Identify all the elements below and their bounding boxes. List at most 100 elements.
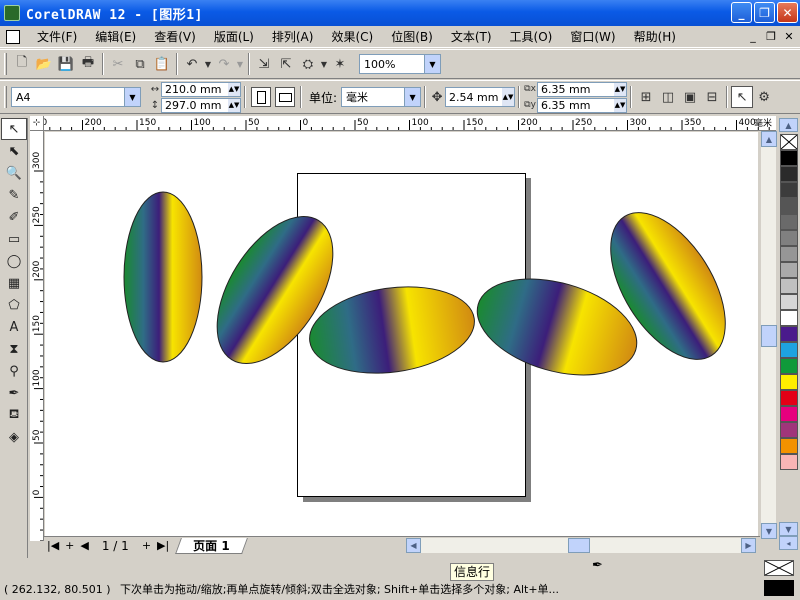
- color-swatch-20[interactable]: [780, 454, 798, 470]
- doc-close-icon[interactable]: ✕: [782, 29, 796, 43]
- import-icon[interactable]: ⇲: [253, 53, 275, 75]
- new-icon[interactable]: 🗋: [11, 53, 33, 75]
- graph-paper-tool-icon[interactable]: ▦: [1, 272, 27, 294]
- nudge-distance-field[interactable]: 2.54 mm ▲▼: [445, 87, 516, 107]
- first-page-icon[interactable]: |◀: [47, 539, 59, 552]
- undo-dropdown-icon[interactable]: ▼: [203, 53, 213, 75]
- menu-edit[interactable]: 编辑(E): [86, 26, 145, 47]
- menu-tools[interactable]: 工具(O): [501, 26, 562, 47]
- color-swatch-1[interactable]: [780, 150, 798, 166]
- redo-dropdown-icon[interactable]: ▼: [235, 53, 245, 75]
- palette-scroll-up-icon[interactable]: ▲: [779, 118, 798, 132]
- interactive-fill-tool-icon[interactable]: ◈: [1, 426, 27, 448]
- color-swatch-3[interactable]: [780, 182, 798, 198]
- palette-scroll-down-icon[interactable]: ▼: [779, 522, 798, 536]
- fill-indicator[interactable]: [764, 560, 794, 576]
- vertical-scrollbar[interactable]: ▲ ▼: [760, 131, 777, 539]
- outline-tool-icon[interactable]: ✒: [1, 382, 27, 404]
- eyedropper-tool-icon[interactable]: ⚲: [1, 360, 27, 382]
- color-swatch-13[interactable]: [780, 342, 798, 358]
- menu-help[interactable]: 帮助(H): [625, 26, 685, 47]
- drawing-canvas[interactable]: [45, 132, 758, 536]
- scroll-right-icon[interactable]: ▶: [741, 538, 756, 553]
- options-icon[interactable]: ⚙: [753, 86, 775, 108]
- menu-text[interactable]: 文本(T): [442, 26, 501, 47]
- no-color-swatch[interactable]: [780, 134, 798, 150]
- application-launcher-icon[interactable]: ⛭: [297, 53, 319, 75]
- menu-view[interactable]: 查看(V): [145, 26, 205, 47]
- menu-effects[interactable]: 效果(C): [322, 26, 382, 47]
- landscape-button[interactable]: [275, 87, 295, 107]
- menu-arrange[interactable]: 排列(A): [263, 26, 323, 47]
- save-icon[interactable]: 💾: [55, 53, 77, 75]
- ellipse-tool-icon[interactable]: ◯: [1, 250, 27, 272]
- color-swatch-14[interactable]: [780, 358, 798, 374]
- rectangle-tool-icon[interactable]: ▭: [1, 228, 27, 250]
- chevron-down-icon[interactable]: ▼: [424, 55, 440, 73]
- paper-type-combo[interactable]: A4 ▼: [11, 87, 141, 107]
- color-swatch-16[interactable]: [780, 390, 798, 406]
- spin-icon[interactable]: ▲▼: [614, 98, 627, 112]
- interactive-blend-tool-icon[interactable]: ⧗: [1, 338, 27, 360]
- toolbar-grip[interactable]: [4, 53, 7, 75]
- page-width-field[interactable]: 210.0 mm ▲▼: [161, 81, 241, 97]
- corel-online-icon[interactable]: ✶: [329, 53, 351, 75]
- spin-icon[interactable]: ▲▼: [614, 82, 627, 96]
- horizontal-ruler[interactable]: 25020015010050050100150200250300350400 毫…: [44, 116, 776, 131]
- redo-icon[interactable]: ↷: [213, 53, 235, 75]
- color-swatch-6[interactable]: [780, 230, 798, 246]
- color-swatch-17[interactable]: [780, 406, 798, 422]
- last-page-icon[interactable]: ▶|: [157, 539, 169, 552]
- spin-icon[interactable]: ▲▼: [228, 82, 240, 96]
- horizontal-scroll-thumb[interactable]: [568, 538, 590, 553]
- coreldraw-app-icon[interactable]: [4, 5, 20, 21]
- toolbar-grip[interactable]: [4, 86, 7, 108]
- duplicate-x-field[interactable]: 6.35 mm ▲▼: [537, 81, 628, 97]
- color-swatch-12[interactable]: [780, 326, 798, 342]
- color-swatch-2[interactable]: [780, 166, 798, 182]
- color-swatch-8[interactable]: [780, 262, 798, 278]
- text-tool-icon[interactable]: A: [1, 316, 27, 338]
- chevron-down-icon[interactable]: ▼: [124, 88, 140, 106]
- launcher-dropdown-icon[interactable]: ▼: [319, 53, 329, 75]
- tab-page-1[interactable]: 页面 1: [175, 537, 248, 554]
- color-swatch-11[interactable]: [780, 310, 798, 326]
- duplicate-y-field[interactable]: 6.35 mm ▲▼: [537, 97, 628, 113]
- export-icon[interactable]: ⇱: [275, 53, 297, 75]
- gradient-ellipse-3[interactable]: [304, 277, 480, 383]
- cut-icon[interactable]: ✂: [107, 53, 129, 75]
- fill-tool-icon[interactable]: ⛾: [1, 404, 27, 426]
- open-icon[interactable]: 📂: [33, 53, 55, 75]
- print-icon[interactable]: 🖶: [77, 53, 99, 75]
- outline-indicator[interactable]: [764, 580, 794, 596]
- menu-bitmaps[interactable]: 位图(B): [382, 26, 442, 47]
- doc-restore-icon[interactable]: ❐: [764, 29, 778, 43]
- minimize-button[interactable]: _: [731, 2, 752, 23]
- ruler-origin-corner[interactable]: ⊹: [30, 116, 44, 131]
- spin-icon[interactable]: ▲▼: [502, 88, 515, 106]
- color-swatch-7[interactable]: [780, 246, 798, 262]
- vertical-ruler[interactable]: 300 250 200 150 100 50 0: [30, 131, 44, 541]
- gradient-ellipse-1[interactable]: [123, 191, 203, 363]
- scroll-down-icon[interactable]: ▼: [761, 523, 777, 539]
- zoom-level-combo[interactable]: 100% ▼: [359, 54, 441, 74]
- restore-button[interactable]: ❐: [754, 2, 775, 23]
- horizontal-scrollbar[interactable]: ◀ ▶: [406, 538, 756, 553]
- zoom-tool-icon[interactable]: 🔍: [1, 162, 27, 184]
- chevron-down-icon[interactable]: ▼: [404, 88, 421, 106]
- units-combo[interactable]: 毫米 ▼: [341, 87, 422, 107]
- spin-icon[interactable]: ▲▼: [228, 98, 240, 112]
- add-page-before-icon[interactable]: +: [65, 539, 74, 552]
- add-page-after-icon[interactable]: +: [142, 539, 151, 552]
- menu-window[interactable]: 窗口(W): [561, 26, 624, 47]
- pick-tool-icon[interactable]: ↖: [1, 118, 27, 140]
- basic-shapes-tool-icon[interactable]: ⬠: [1, 294, 27, 316]
- color-swatch-19[interactable]: [780, 438, 798, 454]
- palette-flyout-icon[interactable]: ◂: [779, 536, 798, 550]
- color-swatch-18[interactable]: [780, 422, 798, 438]
- shape-tool-icon[interactable]: ⬉: [1, 140, 27, 162]
- close-button[interactable]: ✕: [777, 2, 798, 23]
- scroll-up-icon[interactable]: ▲: [761, 131, 777, 147]
- previous-page-icon[interactable]: ◀: [80, 539, 88, 552]
- snap-to-grid-icon[interactable]: ⊞: [635, 86, 657, 108]
